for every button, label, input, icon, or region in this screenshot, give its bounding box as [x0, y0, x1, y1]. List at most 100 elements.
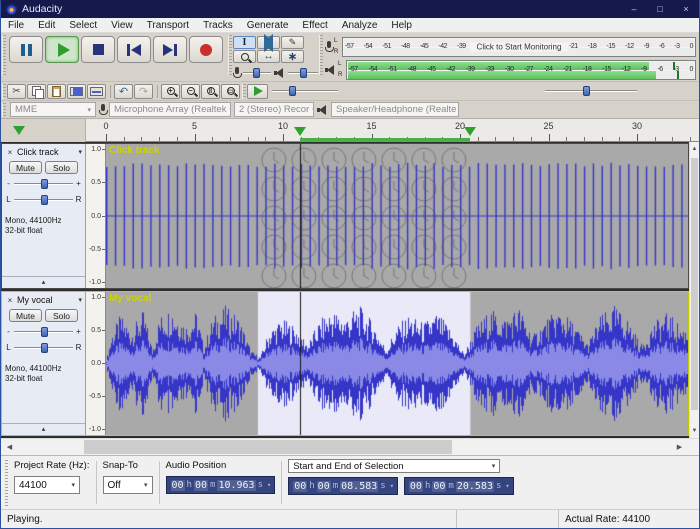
meter-toolbar-grip[interactable] — [319, 35, 323, 75]
horizontal-scroll-track[interactable] — [18, 439, 671, 455]
pan-slider[interactable] — [14, 194, 73, 206]
zoom-sel-button[interactable]: ‖ — [201, 84, 220, 99]
skip-start-button[interactable] — [117, 36, 151, 63]
slider-thumb[interactable] — [41, 327, 48, 337]
undo-button[interactable] — [114, 84, 133, 99]
trim-button[interactable] — [67, 84, 86, 99]
record-button[interactable] — [189, 36, 223, 63]
mute-button[interactable]: Mute — [9, 161, 42, 174]
copy-button[interactable] — [27, 84, 46, 99]
vertical-scroll-thumb[interactable] — [691, 158, 698, 410]
solo-button[interactable]: Solo — [45, 309, 78, 322]
menu-file[interactable]: File — [1, 18, 31, 33]
menu-help[interactable]: Help — [384, 18, 419, 33]
scroll-up-icon[interactable]: ▲ — [690, 142, 699, 156]
gain-slider[interactable] — [14, 178, 73, 190]
stop-button[interactable] — [81, 36, 115, 63]
solo-button[interactable]: Solo — [45, 161, 78, 174]
zoom-in-button[interactable]: + — [161, 84, 180, 99]
transport-toolbar-grip[interactable] — [2, 35, 6, 75]
track-title[interactable]: Click track — [17, 147, 76, 157]
playhead-marker[interactable] — [294, 127, 306, 136]
slider-thumb[interactable] — [583, 86, 590, 96]
play-at-speed-button[interactable] — [247, 84, 268, 99]
track-collapse-button[interactable]: ▴ — [2, 423, 85, 435]
seek-slider[interactable] — [545, 85, 637, 97]
zoom-tool-button[interactable] — [233, 50, 256, 63]
pinned-playhead-button[interactable] — [13, 126, 25, 135]
minimize-button[interactable]: – — [621, 0, 647, 18]
timeshift-tool-button[interactable] — [257, 50, 280, 63]
scroll-down-icon[interactable]: ▼ — [690, 424, 699, 438]
track-collapse-button[interactable]: ▴ — [2, 276, 85, 288]
tools-toolbar-grip[interactable] — [228, 35, 232, 75]
mute-button[interactable]: Mute — [9, 309, 42, 322]
timeline-ruler[interactable]: 051015202530 — [86, 119, 699, 142]
menu-effect[interactable]: Effect — [295, 18, 334, 33]
pan-slider[interactable] — [14, 342, 73, 354]
scroll-right-icon[interactable]: ▶ — [671, 439, 688, 455]
gain-slider[interactable] — [14, 326, 73, 338]
redo-button[interactable] — [134, 84, 153, 99]
envelope-tool-button[interactable] — [257, 36, 280, 49]
zoom-out-button[interactable]: − — [181, 84, 200, 99]
menu-select[interactable]: Select — [62, 18, 104, 33]
slider-thumb[interactable] — [289, 86, 296, 96]
menu-analyze[interactable]: Analyze — [335, 18, 385, 33]
project-rate-select[interactable]: 44100 ▾ — [14, 476, 80, 494]
recording-channels-select[interactable]: 2 (Stereo) Recor ▾ — [234, 102, 314, 117]
selection-mode-select[interactable]: Start and End of Selection ▾ — [288, 459, 500, 473]
menu-tracks[interactable]: Tracks — [196, 18, 240, 33]
cut-button[interactable] — [7, 84, 26, 99]
silence-button[interactable] — [87, 84, 106, 99]
skip-end-button[interactable] — [153, 36, 187, 63]
audio-position-field[interactable]: 00h00m10.963s▾ — [166, 476, 276, 494]
edit-toolbar-grip[interactable] — [2, 84, 6, 99]
recording-volume-slider[interactable] — [243, 67, 271, 79]
selection-end-field[interactable]: 00h00m20.583s▾ — [404, 477, 514, 495]
multi-tool-button[interactable] — [281, 50, 304, 63]
menu-generate[interactable]: Generate — [240, 18, 296, 33]
audio-host-select[interactable]: MME ▾ — [10, 102, 96, 117]
slider-thumb[interactable] — [300, 68, 307, 78]
vertical-scrollbar[interactable]: ▲ ▼ — [689, 142, 699, 438]
device-toolbar-grip[interactable] — [2, 103, 6, 117]
zoom-fit-button[interactable]: ▭ — [221, 84, 240, 99]
close-button[interactable]: × — [673, 0, 699, 18]
track-close-button[interactable]: × — [5, 296, 15, 305]
waveform-canvas[interactable] — [106, 144, 688, 288]
playback-meter[interactable]: -57-54-51-48-45-42-39-33-30-27-24-21-18-… — [346, 60, 696, 80]
waveform-canvas[interactable] — [106, 292, 688, 435]
scroll-left-icon[interactable]: ◀ — [1, 439, 18, 455]
play-at-speed-slider[interactable] — [272, 85, 338, 97]
slider-thumb[interactable] — [41, 343, 48, 353]
play-button[interactable] — [45, 36, 79, 63]
maximize-button[interactable]: □ — [647, 0, 673, 18]
vertical-scroll-track[interactable] — [690, 156, 699, 424]
slider-thumb[interactable] — [253, 68, 260, 78]
menu-transport[interactable]: Transport — [140, 18, 196, 33]
recording-meter[interactable]: -57-54-51-48-45-42-39-36-33-30-27-24-21-… — [342, 37, 696, 57]
playback-device-select[interactable]: Speaker/Headphone (Realte ▾ — [331, 102, 459, 117]
track-title[interactable]: My vocal — [17, 295, 76, 305]
slider-thumb[interactable] — [41, 179, 48, 189]
amplitude-ruler[interactable]: 1.00.50.0-0.5-1.0 — [86, 292, 106, 435]
play-at-speed-grip[interactable] — [242, 84, 246, 99]
slider-thumb[interactable] — [41, 195, 48, 205]
titlebar[interactable]: Audacity – □ × — [1, 0, 699, 18]
playback-volume-slider[interactable] — [288, 67, 318, 79]
selection-toolbar-grip[interactable] — [4, 460, 8, 506]
menu-view[interactable]: View — [104, 18, 140, 33]
draw-tool-button[interactable] — [281, 36, 304, 49]
menu-edit[interactable]: Edit — [31, 18, 62, 33]
snap-to-select[interactable]: Off ▾ — [103, 476, 153, 494]
horizontal-scroll-thumb[interactable] — [84, 440, 452, 454]
pause-button[interactable] — [9, 36, 43, 63]
horizontal-scrollbar[interactable]: ◀ ▶ — [1, 438, 699, 455]
paste-button[interactable] — [47, 84, 66, 99]
track-close-button[interactable]: × — [5, 148, 15, 157]
selection-start-field[interactable]: 00h00m08.583s▾ — [288, 477, 398, 495]
recording-device-select[interactable]: Microphone Array (Realtek ▾ — [109, 102, 231, 117]
amplitude-ruler[interactable]: 1.00.50.0-0.5-1.0 — [86, 144, 106, 288]
selection-tool-button[interactable] — [233, 36, 256, 49]
